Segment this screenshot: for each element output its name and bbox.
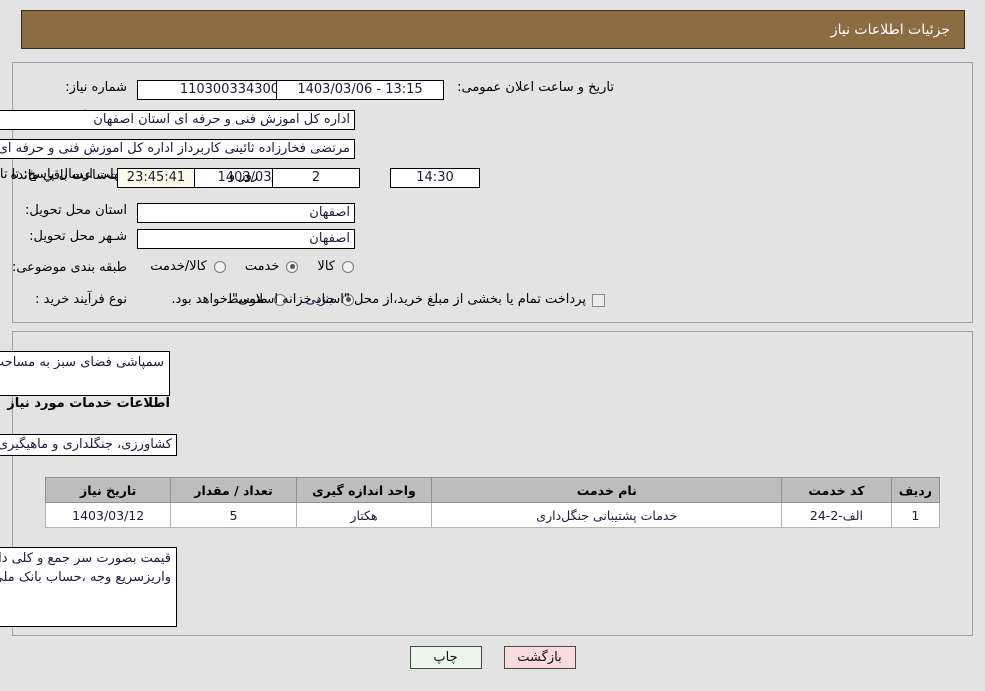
cell-service-code: الف-2-24	[781, 502, 892, 528]
category-option-khedmat[interactable]: خدمت	[245, 259, 302, 274]
creator-input[interactable]: مرتضی فخارزاده ثائینی کاربرداز اداره کل …	[0, 139, 355, 159]
category-option-kala[interactable]: کالا	[317, 259, 357, 274]
services-heading-wrap: اطلاعات خدمات مورد نیاز	[7, 396, 170, 412]
announce-datetime-field: 1403/03/06 - 13:15	[276, 80, 444, 100]
services-table: ردیف کد خدمت نام خدمت واحد اندازه گیری ت…	[44, 477, 941, 528]
purchase-type-label: نوع فرآیند خرید :	[35, 292, 127, 307]
countdown-input: 23:45:41	[117, 168, 195, 188]
category-option-kala-label: کالا	[317, 259, 335, 274]
need-number-label: شماره نیاز:	[65, 80, 127, 95]
radio-icon[interactable]	[342, 260, 354, 273]
cell-radif: 1	[890, 502, 941, 528]
cell-need-date: 1403/03/12	[44, 502, 172, 528]
countdown-field: 23:45:41	[117, 168, 195, 188]
service-group-input[interactable]: کشاورزی، جنگلداری و ماهیگیری	[0, 434, 177, 456]
city-label: شـهر محل تحویل:	[29, 229, 127, 244]
buyer-notes-textarea[interactable]: قیمت بصورت سر جمع و کلی داده شود،نه جزیی…	[0, 547, 177, 627]
treasury-checkbox-row: پرداخت تمام یا بخشی از مبلغ خرید،از محل …	[171, 292, 605, 308]
announce-datetime-input[interactable]: 1403/03/06 - 13:15	[276, 80, 444, 100]
col-need-date: تاریخ نیاز	[44, 477, 172, 503]
back-button[interactable]: بازگشت	[503, 646, 576, 669]
deadline-time-field: 14:30	[390, 168, 480, 188]
radio-icon[interactable]	[213, 260, 226, 273]
creator-field: مرتضی فخارزاده ثائینی کاربرداز اداره کل …	[0, 139, 355, 159]
page-title: جزئیات اطلاعات نیاز	[830, 21, 950, 38]
print-button[interactable]: چاپ	[409, 646, 482, 669]
city-row: شـهر محل تحویل:	[29, 229, 127, 245]
announce-datetime-row: تاریخ و ساعت اعلان عمومی:	[457, 80, 614, 96]
category-row: طبقه بندی موضوعی:	[12, 260, 127, 276]
category-option-kala-khedmat-label: کالا/خدمت	[150, 259, 207, 274]
countdown-label: ساعت باقي مانده	[10, 168, 107, 183]
general-desc-value: سمپاشی فضای سبز به مساحت 5 هکتار /طبق لی…	[0, 355, 164, 370]
deadline-days-input[interactable]: 2	[272, 168, 360, 188]
buyer-org-input[interactable]: اداره کل اموزش فنی و حرفه ای استان اصفها…	[0, 110, 355, 130]
category-label: طبقه بندی موضوعی:	[11, 260, 127, 275]
province-row: استان محل تحویل:	[25, 203, 127, 219]
footer-buttons: بازگشت چاپ	[0, 646, 985, 669]
city-field: اصفهان	[137, 229, 355, 249]
general-desc-textarea[interactable]: سمپاشی فضای سبز به مساحت 5 هکتار /طبق لی…	[0, 351, 170, 396]
deadline-days-label-wrap: روز و	[225, 168, 262, 184]
table-header-row: ردیف کد خدمت نام خدمت واحد اندازه گیری ت…	[44, 477, 941, 503]
col-radif: ردیف	[890, 477, 941, 503]
buyer-notes-value: قیمت بصورت سر جمع و کلی داده شود،نه جزیی…	[0, 551, 171, 585]
cell-service-name: خدمات پشتیبانی جنگل‌داری	[431, 502, 783, 528]
cell-unit: هکتار	[295, 502, 433, 528]
category-radio-group: کالا خدمت کالا/خدمت	[134, 259, 357, 274]
page-root: WAriaTender.net جزئیات اطلاعات نیاز شمار…	[0, 0, 985, 691]
countdown-label-wrap: ساعت باقي مانده	[11, 168, 107, 184]
deadline-time-input[interactable]: 14:30	[390, 168, 480, 188]
province-input[interactable]: اصفهان	[137, 203, 355, 223]
need-info-panel	[12, 62, 973, 323]
deadline-days-label: روز و	[228, 168, 258, 183]
services-table-body: 1 الف-2-24 خدمات پشتیبانی جنگل‌داری هکتا…	[44, 502, 941, 528]
col-service-name: نام خدمت	[431, 477, 783, 503]
province-field: اصفهان	[137, 203, 355, 223]
category-option-khedmat-label: خدمت	[244, 259, 280, 274]
radio-icon[interactable]	[286, 260, 299, 273]
service-group-field: کشاورزی، جنگلداری و ماهیگیری	[0, 434, 177, 456]
city-input[interactable]: اصفهان	[137, 229, 355, 249]
page-header: جزئیات اطلاعات نیاز	[21, 10, 965, 49]
purchase-type-row: نوع فرآیند خرید :	[35, 292, 127, 308]
need-number-row: شماره نیاز:	[65, 80, 127, 96]
buyer-org-field: اداره کل اموزش فنی و حرفه ای استان اصفها…	[0, 110, 355, 130]
announce-datetime-label: تاریخ و ساعت اعلان عمومی:	[457, 80, 614, 95]
province-label: استان محل تحویل:	[25, 203, 127, 218]
deadline-days-field: 2	[272, 168, 360, 188]
treasury-checkbox[interactable]	[592, 293, 605, 307]
category-option-kala-khedmat[interactable]: کالا/خدمت	[150, 259, 229, 274]
col-quantity: تعداد / مقدار	[170, 477, 297, 503]
services-table-head: ردیف کد خدمت نام خدمت واحد اندازه گیری ت…	[44, 477, 941, 503]
col-service-code: کد خدمت	[781, 477, 892, 503]
cell-quantity: 5	[170, 502, 297, 528]
treasury-checkbox-label: پرداخت تمام یا بخشی از مبلغ خرید،از محل …	[171, 292, 586, 307]
col-unit: واحد اندازه گیری	[295, 477, 433, 503]
services-heading: اطلاعات خدمات مورد نیاز	[7, 396, 170, 411]
table-row[interactable]: 1 الف-2-24 خدمات پشتیبانی جنگل‌داری هکتا…	[44, 502, 941, 528]
